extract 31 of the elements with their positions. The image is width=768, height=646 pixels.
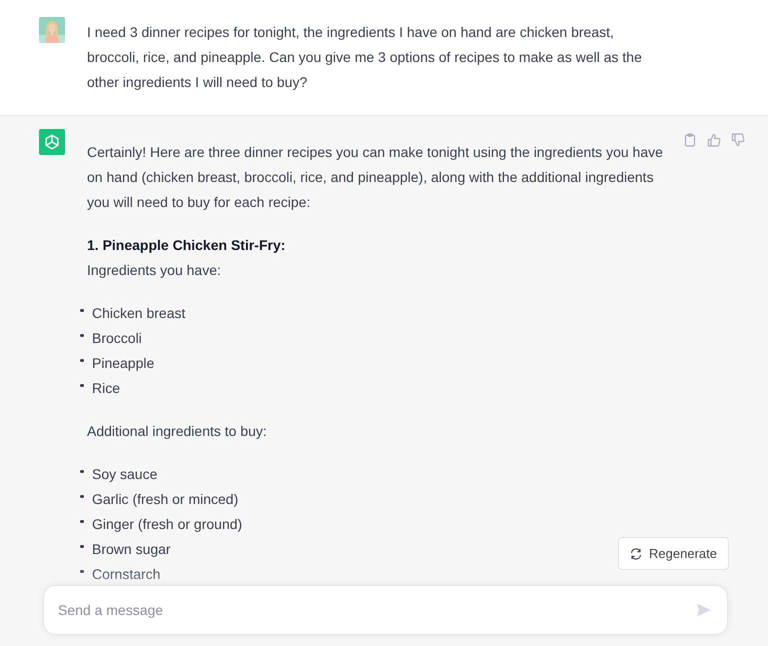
send-icon[interactable] xyxy=(696,602,712,618)
bullet-dot xyxy=(80,334,84,338)
thumbs-down-icon[interactable] xyxy=(731,133,745,147)
message-text: I need 3 dinner recipes for tonight, the ingredients I have on hand are chicken breast, broccoli, rice, and pineapple. Can you give me 3 options of recipes to make as well as the other ingredients I will need to buy? xyxy=(87,23,643,92)
clipboard-icon[interactable] xyxy=(683,133,697,147)
refresh-icon xyxy=(630,548,642,560)
message-text: Certainly! Here are three dinner recipes you can make tonight using the ingredients you have on hand (chicken breast, broccoli, rice, and pineapple), along with the additional ingredients you will need to buy for each recipe: xyxy=(87,143,664,212)
recipe-heading: 1. Pineapple Chicken Stir-Fry: xyxy=(87,236,286,255)
bullet-dot xyxy=(80,520,84,524)
list-item: Brown sugar xyxy=(92,540,171,559)
message-text: Ingredients you have: xyxy=(87,261,222,280)
list-item: Broccoli xyxy=(92,329,142,348)
bullet-dot xyxy=(80,570,84,574)
list-item: Chicken breast xyxy=(92,304,186,323)
list-item: Cornstarch xyxy=(92,565,160,584)
bullet-dot xyxy=(80,544,84,548)
list-item: Ginger (fresh or ground) xyxy=(92,515,242,534)
list-item: Soy sauce xyxy=(92,465,158,484)
list-item: Pineapple xyxy=(92,354,154,373)
logo-icon xyxy=(39,129,65,155)
message-text: Additional ingredients to buy: xyxy=(87,422,268,441)
bullet-dot xyxy=(80,494,84,498)
list-item: Rice xyxy=(92,379,120,398)
bullet-dot xyxy=(80,384,84,388)
list-item: Garlic (fresh or minced) xyxy=(92,490,238,509)
bullet-dot xyxy=(80,358,84,362)
bullet-dot xyxy=(80,470,84,474)
message-input[interactable]: Send a message xyxy=(43,585,728,635)
thumbs-up-icon[interactable] xyxy=(707,133,721,147)
regenerate-button[interactable]: Regenerate xyxy=(618,537,729,570)
bullet-dot xyxy=(80,308,84,312)
